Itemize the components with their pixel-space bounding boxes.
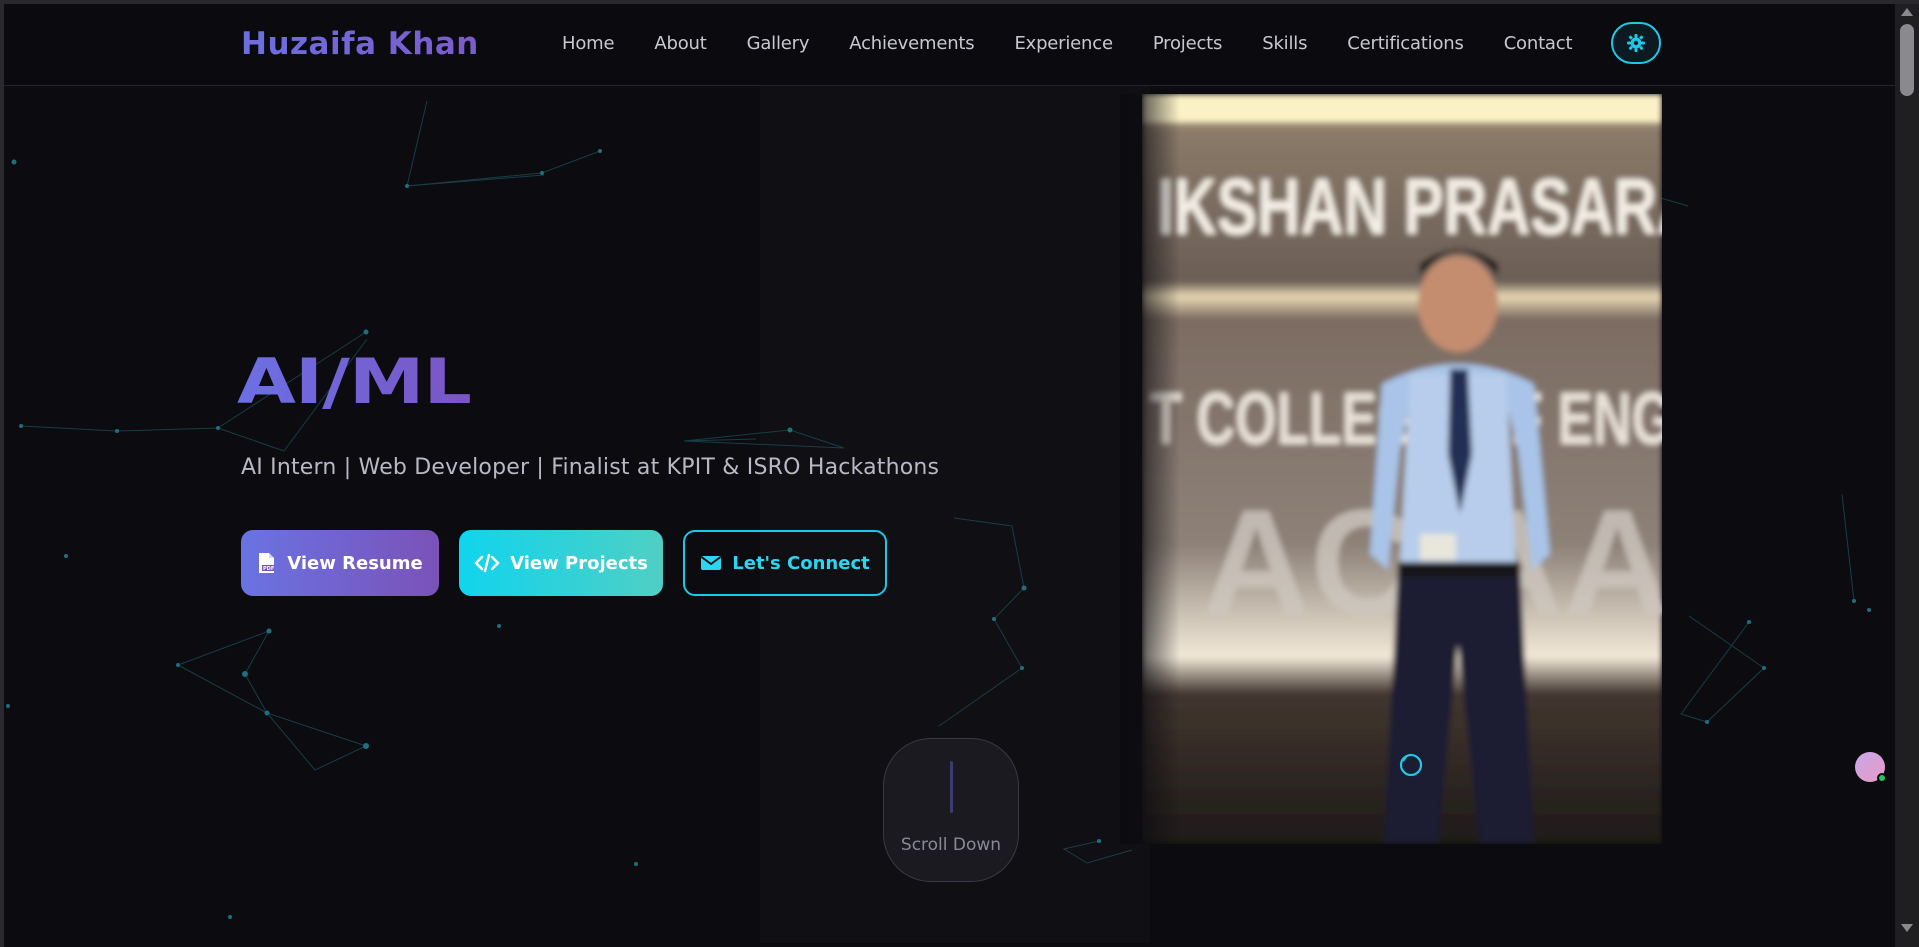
view-projects-button[interactable]: View Projects [459,530,663,596]
nav-links: Home About Gallery Achievements Experien… [562,33,1612,54]
nav-link-achievements[interactable]: Achievements [849,33,974,54]
vertical-scrollbar[interactable] [1895,4,1919,947]
theme-toggle-button[interactable] [1611,22,1661,64]
svg-text:PDF: PDF [263,566,274,572]
nav-link-projects[interactable]: Projects [1153,33,1223,54]
hero-title: AI/ML [237,345,472,418]
nav-link-experience[interactable]: Experience [1014,33,1113,54]
view-resume-label: View Resume [287,552,423,574]
nav-link-home[interactable]: Home [562,33,615,54]
scroll-down-indicator[interactable]: Scroll Down [883,738,1019,882]
scroll-down-label: Scroll Down [900,835,1002,855]
loading-spinner-icon [1399,753,1423,777]
pdf-file-icon: PDF [259,553,275,573]
photo-edge-fade [1120,94,1180,844]
lets-connect-button[interactable]: Let's Connect [683,530,887,596]
scrollbar-thumb[interactable] [1900,24,1914,96]
view-resume-button[interactable]: PDF View Resume [241,530,439,596]
nav-link-contact[interactable]: Contact [1504,33,1573,54]
hero-subtitle: AI Intern | Web Developer | Finalist at … [241,455,940,480]
nav-link-skills[interactable]: Skills [1262,33,1307,54]
site-logo[interactable]: Huzaifa Khan [241,26,479,62]
envelope-icon [701,556,722,570]
scroll-indicator-line [949,761,953,813]
photo-banner-text-top: IKSHAN PRASARAI [1157,162,1662,251]
code-icon [474,553,500,573]
top-navbar: Huzaifa Khan Home About Gallery Achievem… [4,4,1895,86]
nav-link-certifications[interactable]: Certifications [1347,33,1464,54]
online-status-dot [1877,773,1887,783]
nav-link-gallery[interactable]: Gallery [747,33,810,54]
scroll-down-arrow-icon[interactable] [1901,924,1913,932]
scroll-up-arrow-icon[interactable] [1901,8,1913,16]
gear-icon [1627,34,1645,52]
lets-connect-label: Let's Connect [732,552,870,574]
nav-link-about[interactable]: About [654,33,706,54]
view-projects-label: View Projects [510,552,648,574]
profile-photo: IKSHAN PRASARAI T COLLEGE OF ENGINEER AC… [1142,94,1662,844]
